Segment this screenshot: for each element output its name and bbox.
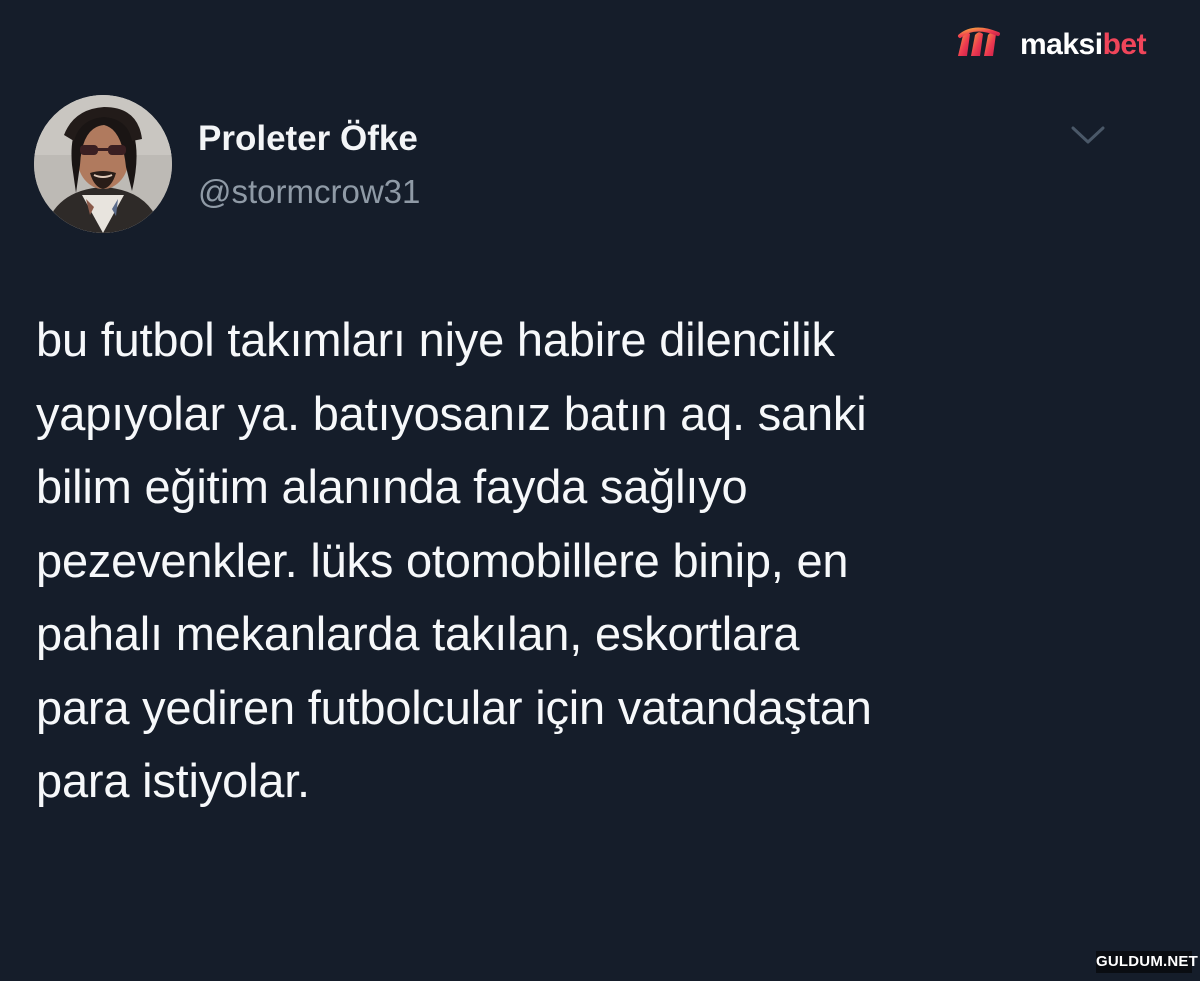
corner-watermark: GULDUM.NET xyxy=(1096,951,1198,973)
tweet-text-line: para istiyolar. xyxy=(36,754,310,807)
tweet-text-line: yapıyolar ya. batıyosanız batın aq. sank… xyxy=(36,386,867,440)
tweet-text: bu futbol takımları niye habire dilencil… xyxy=(36,303,1136,818)
maksibet-logo-icon xyxy=(958,27,1000,56)
maksibet-watermark: maksibet xyxy=(954,24,1147,66)
brand-name-part-b: bet xyxy=(1102,28,1147,61)
tweet-text-line: para yediren futbolcular için vatandaşta… xyxy=(36,680,872,734)
display-name[interactable]: Proleter Öfke xyxy=(198,119,418,159)
tweet-text-line: pahalı mekanlarda takılan, eskortlara xyxy=(36,607,800,660)
tweet-menu-button[interactable] xyxy=(1070,123,1106,147)
tweet-text-line: pezevenkler. lüks otomobillere binip, en xyxy=(36,533,849,587)
user-handle[interactable]: @stormcrow31 xyxy=(198,173,420,211)
tweet-text-line: bu futbol takımları niye habire dilencil… xyxy=(36,313,835,366)
chevron-down-icon xyxy=(1071,126,1105,144)
profile-avatar[interactable] xyxy=(34,95,172,233)
avatar-image xyxy=(34,95,172,233)
tweet-header: Proleter Öfke @stormcrow31 xyxy=(34,95,1164,235)
tweet-text-line: bilim eğitim alanında fayda sağlıyo xyxy=(36,460,748,513)
brand-name-part-a: maksi xyxy=(1020,28,1103,61)
brand-name: maksibet xyxy=(1020,28,1147,61)
